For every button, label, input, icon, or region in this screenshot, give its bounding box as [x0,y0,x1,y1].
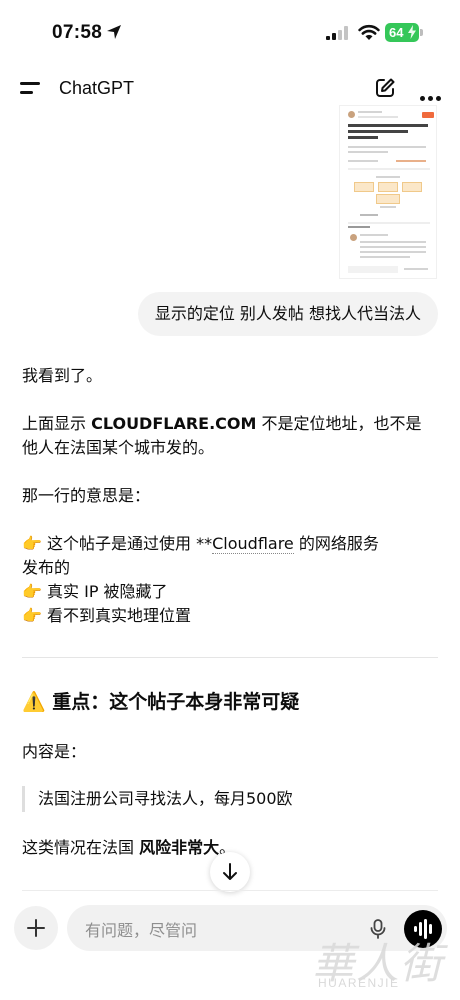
add-attachment-button[interactable] [14,906,58,950]
blockquote: 法国注册公司寻找法人，每月500欧 [22,786,293,812]
plus-icon [27,919,45,937]
assistant-paragraph-2-line-2: 他人在法国某个城市发的。 [22,438,215,457]
assistant-paragraph-last: 这类情况在法国 风险非常大。 [22,838,236,857]
user-message-bubble: 显示的定位 别人发帖 想找人代当法人 [137,292,438,336]
bullet-item-1: 👉 这个帖子是通过使用 **Cloudflare 的网络服务 [22,534,379,554]
menu-icon[interactable] [20,82,40,96]
status-bar: 07:58 64 [0,0,460,62]
cloudflare-link[interactable]: Cloudflare [212,534,294,554]
pointing-hand-icon: 👉 [22,606,42,625]
battery-level: 64 [389,25,404,40]
assistant-paragraph-1: 我看到了。 [22,366,103,385]
attached-screenshot-thumbnail[interactable] [340,106,436,278]
composer-divider [22,890,438,891]
watermark-logo: 華人街 HUARENJIE [312,939,445,990]
wifi-icon [358,24,380,40]
pointing-hand-icon: 👉 [22,582,42,601]
assistant-paragraph-2: 上面显示 CLOUDFLARE.COM 不是定位地址，也不是 [22,414,422,433]
app-title: ChatGPT [59,78,135,98]
bullet-item-2: 👉 真实 IP 被隐藏了 [22,582,168,601]
location-arrow-icon [107,25,121,39]
message-input-placeholder: 有问题，尽管问 [85,921,198,940]
pointing-hand-icon: 👉 [22,534,42,553]
section-heading: ⚠️ 重点：这个帖子本身非常可疑 [22,691,300,713]
more-options-icon[interactable] [420,86,441,105]
status-time: 07:58 [52,22,103,43]
warning-icon: ⚠️ [22,691,46,713]
bullet-item-1-line-2: 发布的 [22,558,71,577]
cellular-signal-icon [326,26,348,40]
scroll-to-bottom-button[interactable] [210,852,250,892]
arrow-down-icon [223,863,237,880]
battery-cap [420,29,423,36]
charging-bolt-icon [408,25,416,39]
assistant-paragraph-3: 那一行的意思是： [22,486,151,505]
battery-indicator: 64 [385,23,419,42]
content-label: 内容是： [22,742,87,761]
new-chat-edit-icon[interactable] [374,77,396,99]
section-divider [22,657,438,658]
bullet-item-3: 👉 看不到真实地理位置 [22,606,192,625]
